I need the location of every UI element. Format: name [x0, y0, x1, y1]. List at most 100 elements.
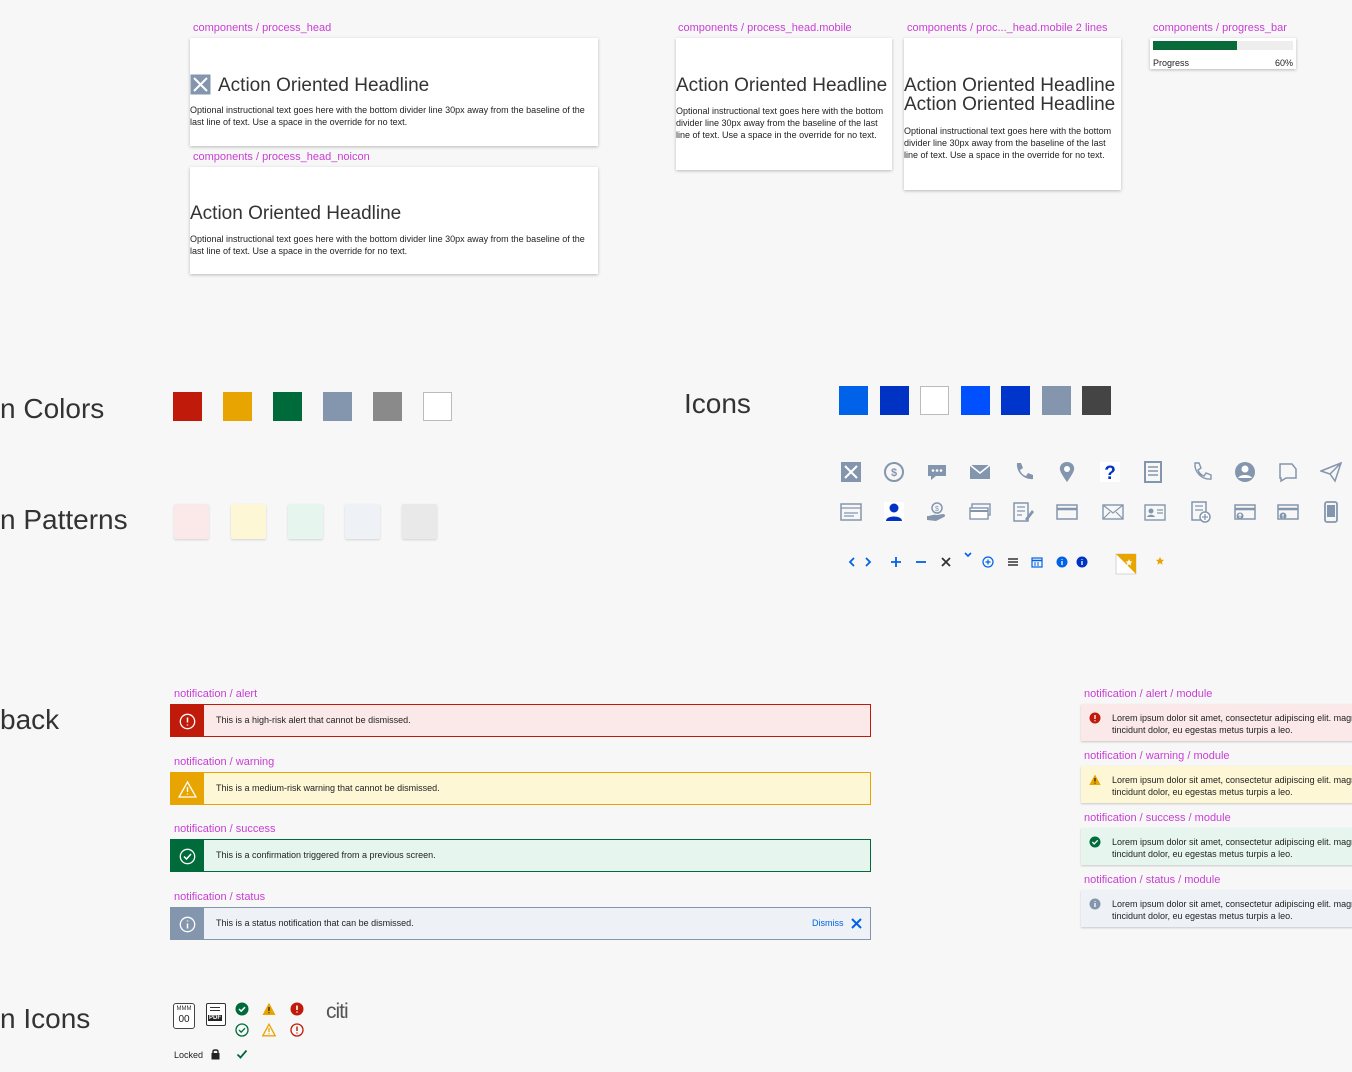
dismiss-link[interactable]: Dismiss	[812, 918, 844, 928]
icon-color-swatch-3	[920, 386, 949, 415]
instructional-text: Optional instructional text goes here wi…	[190, 105, 585, 127]
pattern-swatch-4	[345, 504, 380, 539]
icon-color-swatch-4	[960, 386, 990, 415]
credit-card-icon	[1056, 501, 1078, 523]
success-outline-icon	[235, 1023, 249, 1037]
notification-label-alert: notification / alert	[174, 688, 258, 700]
chat-bubbles-icon	[926, 461, 948, 483]
card-alert-icon	[1277, 501, 1299, 523]
headline: Action Oriented Headline	[190, 203, 402, 224]
info-filled-icon[interactable]	[1056, 556, 1068, 568]
warning-filled-icon	[1089, 773, 1101, 785]
color-swatch-6	[423, 392, 452, 421]
progress-track	[1153, 41, 1293, 50]
instructional-text: Optional instructional text goes here wi…	[190, 234, 585, 256]
pdf-file-icon: PDF	[206, 1003, 226, 1026]
date-day: 00	[178, 1014, 190, 1025]
icon-color-swatch-5	[1001, 386, 1030, 415]
module-label-warning: notification / warning / module	[1084, 750, 1230, 762]
calendar-icon[interactable]	[1031, 556, 1043, 568]
broken-image-icon	[840, 461, 862, 483]
envelope-icon	[969, 461, 991, 483]
progress-caption: Progress	[1153, 58, 1190, 68]
section-title-patterns: n Patterns	[0, 504, 128, 535]
headline-line-2: Action Oriented Headline	[904, 94, 1116, 115]
notification-alert: This is a high-risk alert that cannot be…	[170, 704, 871, 737]
component-label-process-head-noicon: components / process_head_noicon	[193, 151, 370, 163]
id-card-icon	[1144, 501, 1166, 523]
info-filled-dark-icon[interactable]	[1076, 556, 1088, 568]
notification-status: This is a status notification that can b…	[170, 907, 871, 940]
progress-bar-card: Progress 60%	[1150, 38, 1296, 69]
alert-outline-icon	[290, 1023, 304, 1037]
module-notification-status: Lorem ipsum dolor sit amet, consectetur …	[1081, 890, 1352, 927]
card-up-icon	[1234, 501, 1256, 523]
alert-circle-icon	[179, 713, 196, 730]
pdf-badge: PDF	[208, 1015, 222, 1021]
notification-accent-strip	[171, 705, 204, 736]
chevron-left-icon[interactable]	[846, 556, 858, 568]
document-edit-icon	[1012, 501, 1034, 523]
section-title-feedback: back	[0, 704, 60, 735]
chat-outline-icon	[1277, 461, 1299, 483]
info-filled-icon	[1089, 897, 1101, 910]
headline-line-1: Action Oriented Headline	[904, 75, 1116, 96]
svg-text:$: $	[935, 506, 939, 513]
caret-down-icon[interactable]	[962, 550, 974, 562]
component-label-process-head-mobile-2-lines: components / proc..._head.mobile 2 lines	[907, 22, 1108, 34]
notification-message: This is a status notification that can b…	[216, 918, 414, 928]
notification-label-status: notification / status	[174, 891, 266, 903]
refresh-money-icon: $	[883, 461, 905, 483]
pattern-swatch-3	[288, 504, 323, 539]
check-circle-icon	[179, 848, 196, 865]
module-notification-warning: Lorem ipsum dolor sit amet, consectetur …	[1081, 766, 1352, 803]
icon-color-swatch-6	[1041, 386, 1071, 415]
notification-label-success: notification / success	[174, 823, 276, 835]
notification-success: This is a confirmation triggered from a …	[170, 839, 871, 872]
process-head-noicon-card: Action Oriented Headline Optional instru…	[190, 167, 598, 274]
chevron-right-icon[interactable]	[862, 556, 874, 568]
paper-plane-icon	[1320, 461, 1342, 483]
close-icon[interactable]	[850, 917, 863, 930]
notification-warning: This is a medium-risk warning that canno…	[170, 772, 871, 805]
citi-logo: citi	[326, 1000, 349, 1023]
minus-icon[interactable]	[915, 556, 927, 568]
component-label-process-head: components / process_head	[193, 22, 332, 34]
hand-money-icon: $	[926, 501, 948, 523]
alert-filled-icon	[1089, 711, 1101, 724]
component-label-progress-bar: components / progress_bar	[1153, 22, 1287, 34]
section-title-icons: Icons	[684, 388, 751, 419]
module-message: Lorem ipsum dolor sit amet, consectetur …	[1112, 899, 1352, 921]
warning-outline-icon	[262, 1023, 276, 1037]
color-swatch-3	[273, 392, 302, 421]
process-head-card: Action Oriented Headline Optional instru…	[190, 38, 598, 146]
headline: Action Oriented Headline	[218, 75, 430, 96]
module-message: Lorem ipsum dolor sit amet, consectetur …	[1112, 775, 1352, 797]
star-icon	[1155, 556, 1165, 566]
notification-message: This is a confirmation triggered from a …	[216, 850, 436, 860]
module-message: Lorem ipsum dolor sit amet, consectetur …	[1112, 713, 1352, 735]
pattern-swatch-2	[231, 504, 266, 539]
user-person-icon	[883, 501, 905, 523]
add-circle-icon[interactable]	[982, 556, 994, 568]
check-image-icon	[840, 501, 862, 523]
process-head-mobile-2-lines-card: Action Oriented Headline Action Oriented…	[904, 38, 1121, 190]
component-label-process-head-mobile: components / process_head.mobile	[678, 22, 852, 34]
module-label-status: notification / status / module	[1084, 874, 1221, 886]
notification-accent-strip	[171, 840, 204, 871]
menu-lines-icon[interactable]	[1007, 556, 1019, 568]
close-x-icon[interactable]	[940, 556, 952, 568]
warning-filled-icon	[262, 1002, 276, 1016]
module-label-alert: notification / alert / module	[1084, 688, 1213, 700]
calendar-date-icon: MMM 00	[173, 1003, 195, 1029]
locked-label: Locked	[174, 1050, 204, 1060]
icon-color-swatch-7	[1082, 386, 1111, 415]
icon-color-swatch-2	[879, 386, 909, 415]
plus-icon[interactable]	[890, 556, 902, 568]
pattern-swatch-5	[402, 504, 437, 539]
document-list-icon	[1142, 461, 1164, 483]
module-notification-success: Lorem ipsum dolor sit amet, consectetur …	[1081, 828, 1352, 865]
svg-text:?: ?	[1104, 463, 1116, 483]
process-head-mobile-card: Action Oriented Headline Optional instru…	[676, 38, 892, 170]
phone-outline-icon	[1190, 461, 1212, 483]
